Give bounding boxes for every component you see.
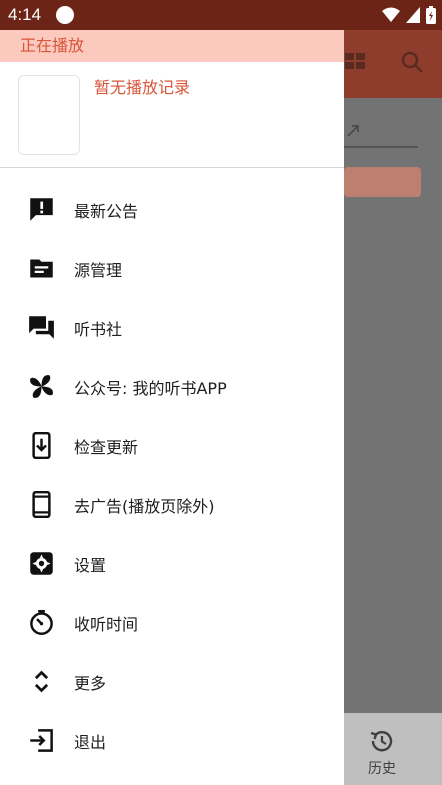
menu-label: 更多 (74, 674, 107, 693)
menu-item-source-management[interactable]: 源管理 (0, 239, 344, 298)
menu-label: 去广告(播放页除外) (74, 497, 215, 516)
menu-label: 公众号: 我的听书APP (74, 379, 227, 398)
menu-label: 设置 (74, 556, 107, 575)
menu-item-exit[interactable]: 退出 (0, 711, 344, 770)
grid-view-icon[interactable] (345, 50, 367, 72)
system-update-icon (32, 432, 51, 459)
notification-dot-icon (56, 6, 74, 24)
menu-label: 收听时间 (74, 615, 139, 634)
search-field-underline (344, 146, 418, 148)
status-time: 4:14 (8, 5, 42, 24)
status-bar: 4:14 (0, 0, 442, 30)
now-playing-header: 正在播放 (0, 30, 344, 62)
nav-history[interactable]: 历史 (360, 728, 404, 778)
battery-icon (426, 6, 436, 24)
no-play-record-text: 暂无播放记录 (94, 78, 191, 97)
exit-icon (30, 729, 53, 752)
drawer-menu: 最新公告 源管理 听书社 公众号: 我的听书APP 检查更新 去广告(播放页除外… (0, 180, 344, 770)
search-icon[interactable] (400, 50, 424, 74)
announcement-icon (30, 198, 53, 221)
phone-icon (32, 491, 51, 518)
menu-item-more[interactable]: 更多 (0, 652, 344, 711)
folder-icon (30, 259, 53, 278)
cover-placeholder (18, 75, 80, 155)
menu-label: 检查更新 (74, 438, 139, 457)
navigation-drawer: 正在播放 暂无播放记录 最新公告 源管理 听书社 公众号: 我的听书APP 检查… (0, 30, 344, 785)
menu-label: 退出 (74, 733, 107, 752)
menu-item-announcements[interactable]: 最新公告 (0, 180, 344, 239)
unfold-more-icon (34, 670, 49, 693)
timer-icon (30, 610, 53, 635)
menu-item-listening-time[interactable]: 收听时间 (0, 593, 344, 652)
menu-item-official-account[interactable]: 公众号: 我的听书APP (0, 357, 344, 416)
menu-label: 听书社 (74, 320, 123, 339)
status-icons (382, 6, 436, 24)
menu-item-remove-ads[interactable]: 去广告(播放页除外) (0, 475, 344, 534)
history-label: 历史 (368, 761, 396, 777)
menu-item-check-update[interactable]: 检查更新 (0, 416, 344, 475)
wifi-icon (382, 7, 400, 22)
arrow-icon (347, 125, 359, 137)
menu-item-settings[interactable]: 设置 (0, 534, 344, 593)
menu-label: 源管理 (74, 261, 123, 280)
history-icon (370, 731, 393, 752)
menu-label: 最新公告 (74, 202, 139, 221)
highlight-bar (344, 167, 421, 197)
menu-item-audiobook-club[interactable]: 听书社 (0, 298, 344, 357)
signal-icon (406, 7, 420, 23)
now-playing-card[interactable]: 暂无播放记录 (0, 62, 344, 168)
forum-icon (29, 316, 54, 339)
settings-icon (30, 552, 53, 575)
pinwheel-icon (30, 375, 53, 398)
